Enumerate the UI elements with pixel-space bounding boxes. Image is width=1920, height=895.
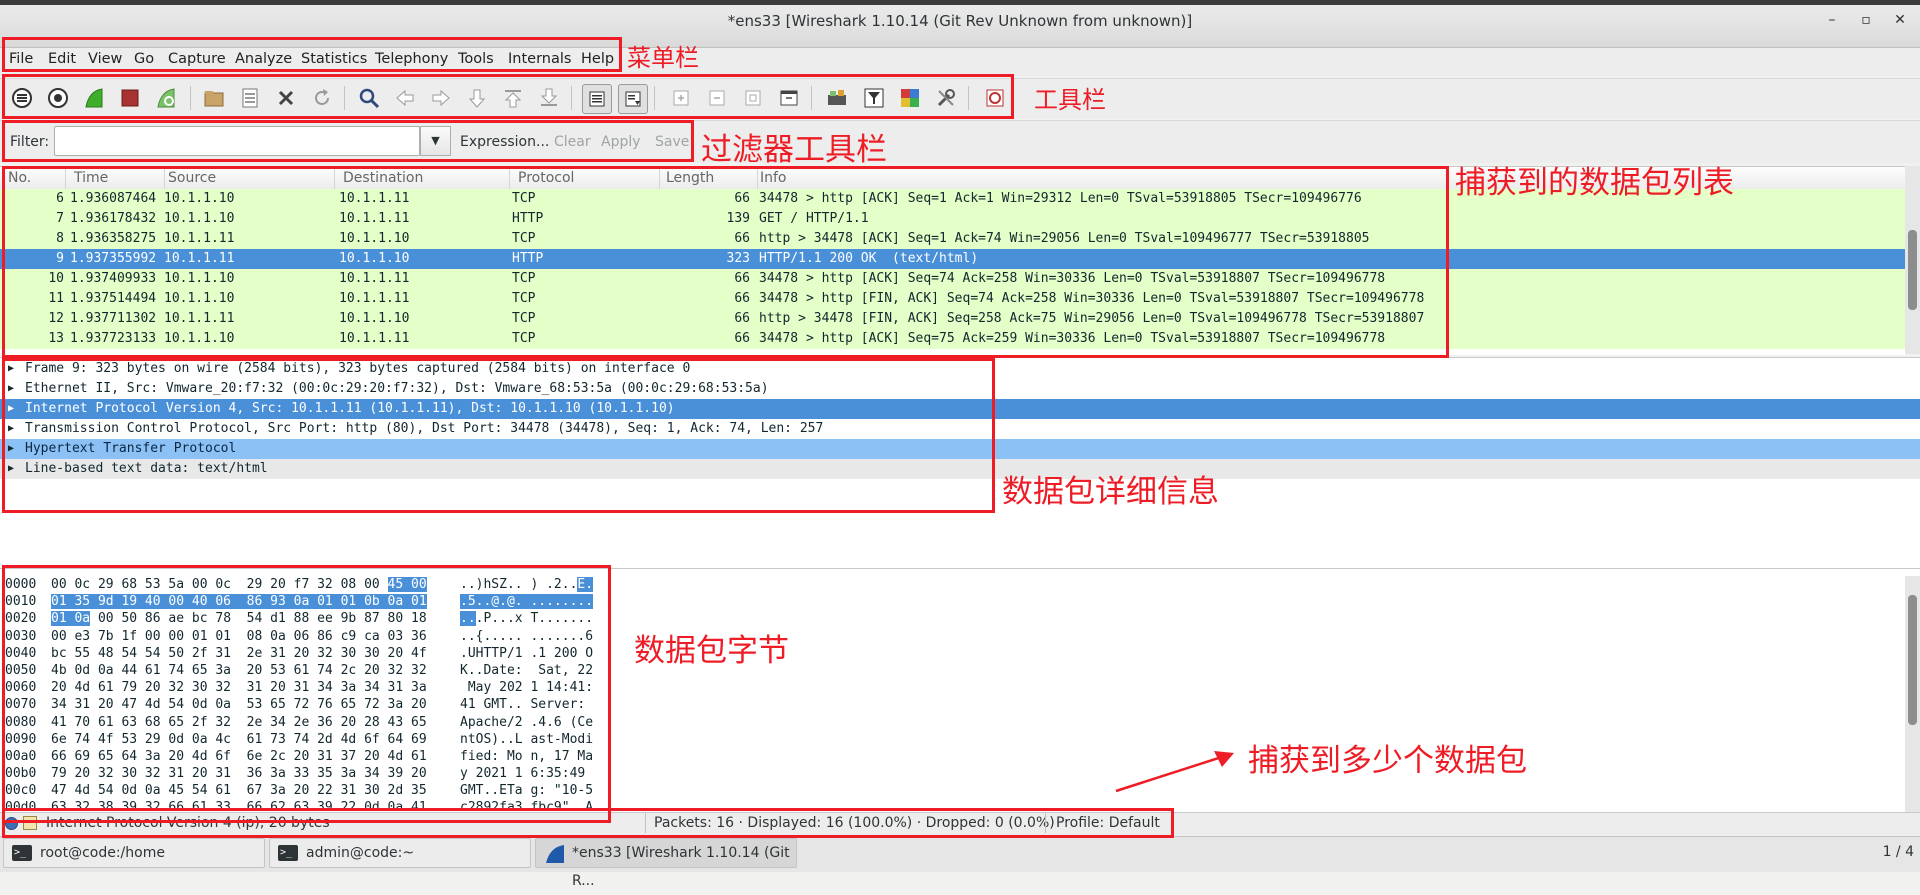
packet-list-scrollbar-thumb[interactable] — [1908, 230, 1917, 310]
taskbar-item-admin-terminal[interactable]: admin@code:~ — [269, 838, 531, 868]
annotation-bytes: 数据包字节 — [634, 633, 789, 669]
annotation-toolbar: 工具栏 — [1034, 86, 1106, 114]
annotation-details: 数据包详细信息 — [1002, 474, 1219, 510]
taskbar-item-root-terminal[interactable]: root@code:/home — [3, 838, 265, 868]
toolbar-highlight-box — [2, 74, 1014, 119]
workspace-indicator[interactable]: 1 / 4 — [1864, 838, 1914, 868]
minimize-button[interactable]: – — [1820, 12, 1844, 32]
wireshark-fin-icon — [546, 845, 564, 863]
maximize-button[interactable]: ▫ — [1854, 12, 1878, 32]
filterbar-highlight-box — [2, 120, 694, 162]
terminal-icon — [278, 839, 298, 867]
taskbar-item-wireshark[interactable]: *ens33 [Wireshark 1.10.14 (Git R... — [535, 838, 797, 889]
annotation-menubar: 菜单栏 — [627, 44, 699, 72]
details-highlight-box — [2, 358, 995, 513]
annotation-filterbar: 过滤器工具栏 — [701, 132, 887, 168]
taskbar-item-label: *ens33 [Wireshark 1.10.14 (Git R... — [572, 845, 790, 889]
bytes-highlight-box — [2, 565, 611, 823]
taskbar-item-label: admin@code:~ — [306, 845, 415, 861]
annotation-count: 捕获到多少个数据包 — [1248, 743, 1527, 779]
terminal-icon — [12, 839, 32, 867]
close-button[interactable]: ✕ — [1888, 12, 1912, 32]
annotation-packet-list: 捕获到的数据包列表 — [1455, 165, 1734, 201]
annotation-arrow-icon — [1115, 751, 1234, 793]
bytes-pane-scrollbar-thumb[interactable] — [1908, 595, 1917, 725]
menubar-highlight-box — [2, 37, 622, 72]
packet-list-highlight-box — [2, 166, 1449, 358]
taskbar-item-label: root@code:/home — [40, 845, 165, 861]
status-highlight-box — [2, 808, 1174, 838]
window-title: *ens33 [Wireshark 1.10.14 (Git Rev Unkno… — [727, 12, 1193, 30]
